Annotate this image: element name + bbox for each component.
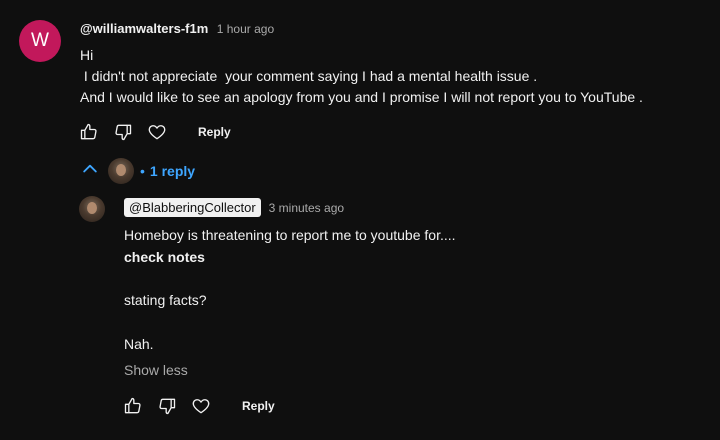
commenter-avatar[interactable]: W xyxy=(19,20,61,62)
replies-toggle[interactable]: • 1 reply xyxy=(80,158,195,184)
reply-reply-button[interactable]: Reply xyxy=(232,393,285,419)
dislike-icon xyxy=(159,398,176,415)
heart-button[interactable] xyxy=(140,117,174,147)
reply-line: Homeboy is threatening to report me to y… xyxy=(124,227,456,243)
reply-actions: Reply xyxy=(116,391,285,421)
reply-dislike-button[interactable] xyxy=(150,391,184,421)
like-icon xyxy=(80,123,97,140)
comment-header: @williamwalters-f1m 1 hour ago xyxy=(80,20,274,38)
reply-line: Nah. xyxy=(124,336,154,352)
dislike-icon xyxy=(115,124,132,141)
reply-button[interactable]: Reply xyxy=(188,119,241,145)
reply-line: stating facts? xyxy=(124,292,207,308)
like-button[interactable] xyxy=(72,117,106,147)
comment-body: Hi I didn't not appreciate your comment … xyxy=(80,45,643,108)
comment-thread: W @williamwalters-f1m 1 hour ago Hi I di… xyxy=(0,0,720,440)
comment-actions: Reply xyxy=(72,117,241,147)
comment-line: And I would like to see an apology from … xyxy=(80,89,643,105)
reply-count: 1 reply xyxy=(149,163,196,179)
comment-author[interactable]: @williamwalters-f1m xyxy=(80,21,208,36)
reply-line-bold: check notes xyxy=(124,249,205,265)
chevron-up-icon xyxy=(80,159,100,184)
reply-author-chip[interactable]: @BlabberingCollector xyxy=(124,198,261,217)
reply-time[interactable]: 3 minutes ago xyxy=(269,201,344,215)
comment-line: Hi xyxy=(80,47,94,63)
replier-mini-avatar xyxy=(108,158,134,184)
like-icon xyxy=(124,397,141,414)
comment-line: I didn't not appreciate your comment say… xyxy=(80,68,538,84)
separator-dot: • xyxy=(140,163,145,179)
avatar-letter: W xyxy=(31,30,49,51)
comment-time[interactable]: 1 hour ago xyxy=(217,22,274,36)
reply-avatar[interactable] xyxy=(79,196,105,222)
heart-icon xyxy=(148,125,166,140)
heart-icon xyxy=(192,399,210,414)
reply-header: @BlabberingCollector 3 minutes ago xyxy=(124,198,344,217)
reply-like-button[interactable] xyxy=(116,391,150,421)
reply-heart-button[interactable] xyxy=(184,391,218,421)
dislike-button[interactable] xyxy=(106,117,140,147)
show-less-button[interactable]: Show less xyxy=(124,362,188,378)
